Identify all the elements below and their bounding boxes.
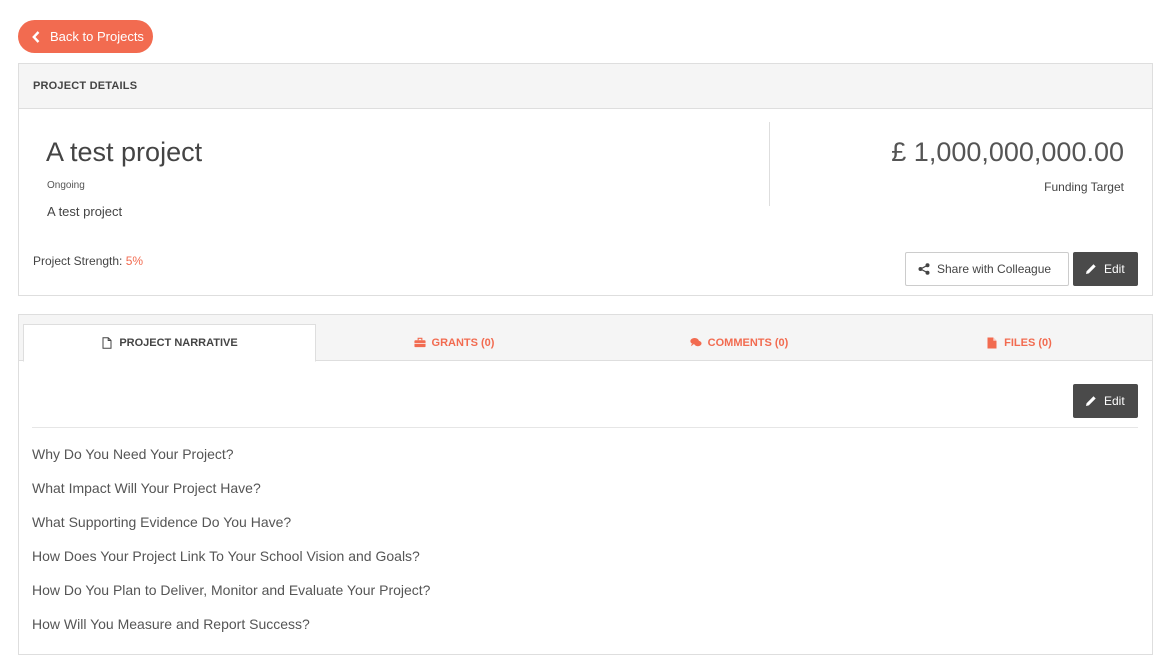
back-button-label: Back to Projects <box>50 29 144 44</box>
project-details-panel: PROJECT DETAILS A test project Ongoing A… <box>18 63 1153 296</box>
tab-files[interactable]: FILES (0) <box>899 324 1139 361</box>
details-divider <box>769 122 770 206</box>
project-description: A test project <box>47 204 123 219</box>
comments-icon <box>690 337 702 349</box>
edit-label: Edit <box>1104 394 1125 408</box>
tab-label: PROJECT NARRATIVE <box>119 337 238 349</box>
question-item[interactable]: What Impact Will Your Project Have? <box>32 477 430 511</box>
narrative-tabs: PROJECT NARRATIVE GRANTS (0) COMMENTS (0… <box>19 315 1152 362</box>
share-label: Share with Colleague <box>937 262 1052 276</box>
tab-label: FILES (0) <box>1004 336 1052 349</box>
strength-label: Project Strength: <box>33 254 123 268</box>
file-solid-icon <box>986 337 998 349</box>
strength-value: 5% <box>125 254 144 268</box>
project-details-header: PROJECT DETAILS <box>19 64 1152 109</box>
question-item[interactable]: How Does Your Project Link To Your Schoo… <box>32 545 430 579</box>
narrative-questions: Why Do You Need Your Project? What Impac… <box>32 443 430 647</box>
project-narrative-panel: PROJECT NARRATIVE GRANTS (0) COMMENTS (0… <box>18 314 1153 655</box>
share-icon <box>918 263 930 275</box>
edit-label: Edit <box>1104 262 1125 276</box>
funding-label: Funding Target <box>1044 180 1124 194</box>
tab-grants[interactable]: GRANTS (0) <box>319 324 589 361</box>
edit-project-button[interactable]: Edit <box>1073 252 1138 286</box>
file-icon <box>101 337 113 349</box>
question-item[interactable]: How Will You Measure and Report Success? <box>32 613 430 647</box>
share-with-colleague-button[interactable]: Share with Colleague <box>905 252 1069 286</box>
funding-amount: £ 1,000,000,000.00 <box>891 137 1124 167</box>
pencil-icon <box>1085 395 1097 407</box>
question-item[interactable]: How Do You Plan to Deliver, Monitor and … <box>32 579 430 613</box>
back-to-projects-button[interactable]: Back to Projects <box>18 20 153 53</box>
narrative-divider <box>32 427 1138 428</box>
edit-narrative-button[interactable]: Edit <box>1073 384 1138 418</box>
pencil-icon <box>1085 263 1097 275</box>
question-item[interactable]: What Supporting Evidence Do You Have? <box>32 511 430 545</box>
question-item[interactable]: Why Do You Need Your Project? <box>32 443 430 477</box>
project-title: A test project <box>46 137 203 167</box>
tab-label: GRANTS (0) <box>431 336 495 349</box>
briefcase-icon <box>413 337 426 349</box>
project-strength: Project Strength: 5% <box>33 254 143 268</box>
chevron-left-icon <box>32 30 42 44</box>
tab-project-narrative[interactable]: PROJECT NARRATIVE <box>23 324 316 362</box>
tab-comments[interactable]: COMMENTS (0) <box>609 324 869 361</box>
tab-label: COMMENTS (0) <box>707 336 789 349</box>
project-status: Ongoing <box>47 180 85 191</box>
